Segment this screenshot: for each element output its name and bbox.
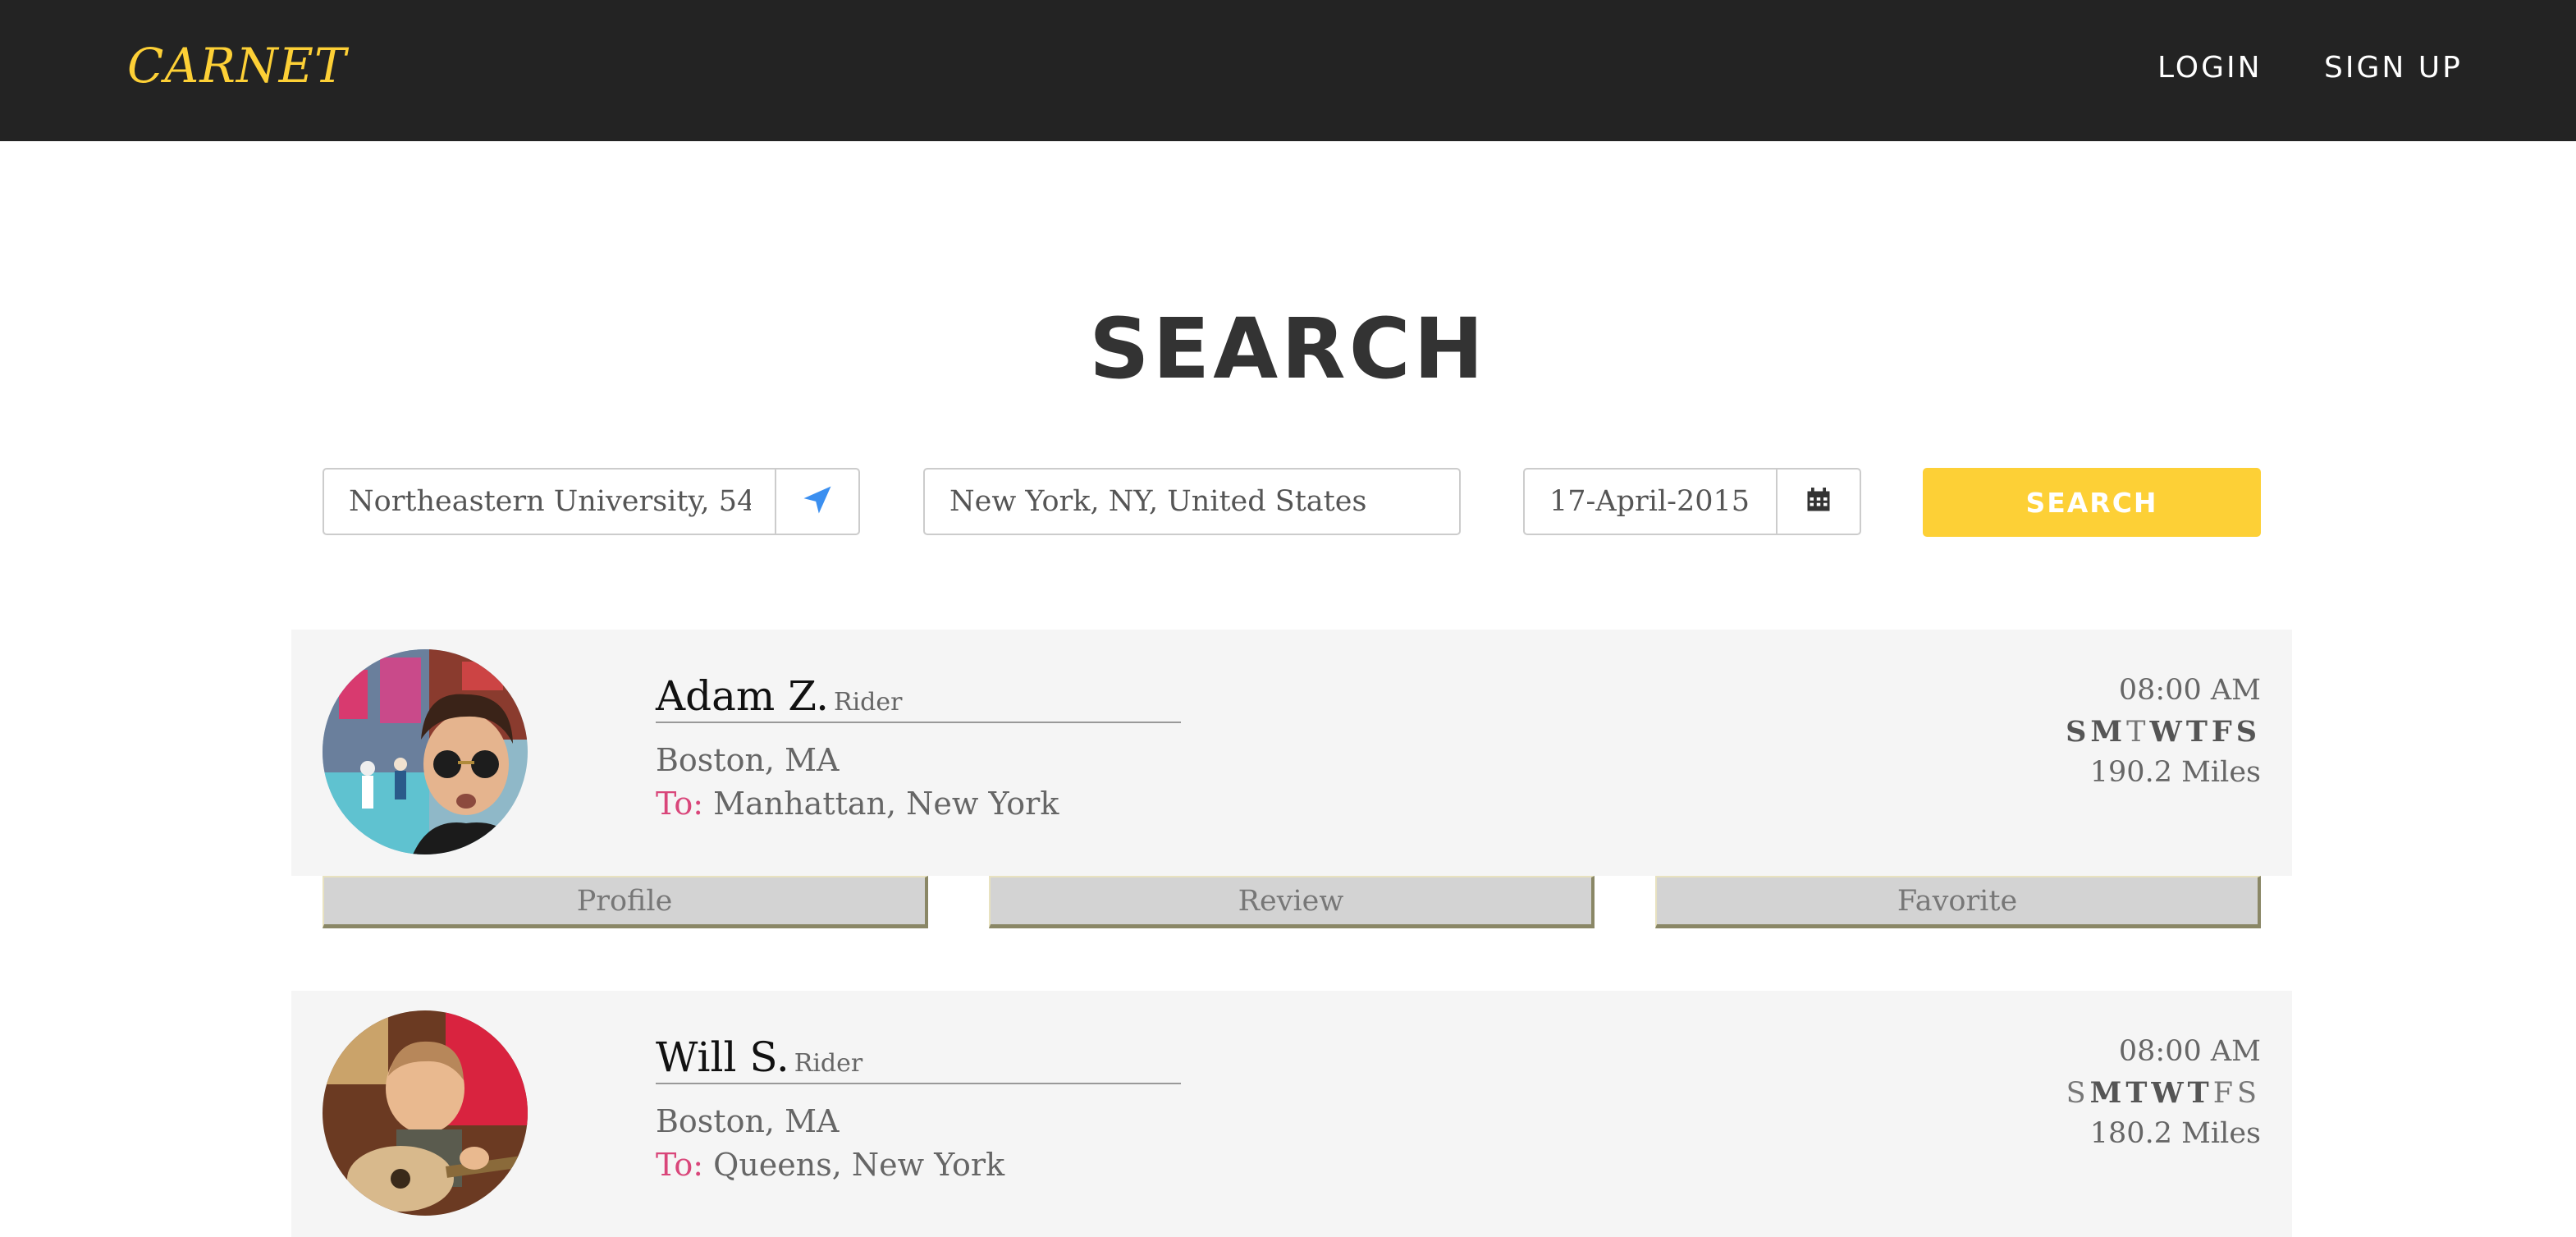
calendar-icon [1804, 485, 1833, 518]
day-sunday: S [2066, 1077, 2090, 1110]
search-button[interactable]: SEARCH [1923, 468, 2261, 537]
rider-role: Rider [834, 688, 903, 717]
to-label: To: [656, 1147, 704, 1183]
ride-result-card: Will S. Rider Boston, MA To: Queens, New … [291, 991, 2292, 1237]
date-input[interactable] [1525, 470, 1779, 534]
login-link[interactable]: LOGIN [2157, 51, 2263, 85]
origin-field [323, 468, 860, 535]
locate-button[interactable] [775, 470, 858, 534]
review-button[interactable]: Review [989, 876, 1595, 928]
date-field [1523, 468, 1861, 535]
day-wednesday: W [2149, 715, 2186, 749]
origin-text: Boston, MA [656, 742, 840, 778]
destination-text: To: Manhattan, New York [656, 786, 1059, 822]
day-saturday: S [2235, 715, 2261, 749]
destination-text: To: Queens, New York [656, 1147, 1004, 1183]
ride-result-card: Adam Z. Rider Boston, MA To: Manhattan, N… [291, 630, 2292, 876]
to-label: To: [656, 786, 704, 822]
day-wednesday: W [2151, 1076, 2188, 1110]
day-friday: F [2211, 715, 2236, 749]
departure-time: 08:00 AM [2118, 674, 2261, 707]
day-monday: M [2090, 715, 2127, 749]
day-thursday: T [2187, 1076, 2213, 1110]
signup-link[interactable]: SIGN UP [2324, 51, 2463, 85]
schedule-days: SMTWTFS [2066, 1076, 2261, 1110]
profile-button[interactable]: Profile [323, 876, 928, 928]
rider-name-line: Adam Z. Rider [656, 672, 1181, 723]
departure-time: 08:00 AM [2118, 1035, 2261, 1068]
page-title: SEARCH [1089, 300, 1487, 398]
calendar-button[interactable] [1776, 470, 1860, 534]
destination-value: Queens, New York [713, 1147, 1005, 1183]
rider-role: Rider [794, 1049, 863, 1078]
destination-value: Manhattan, New York [713, 786, 1059, 822]
distance-text: 190.2 Miles [2089, 756, 2261, 789]
destination-field [923, 468, 1461, 535]
origin-text: Boston, MA [656, 1103, 840, 1139]
avatar[interactable] [323, 1010, 528, 1216]
location-arrow-icon [799, 482, 835, 521]
rider-name-line: Will S. Rider [656, 1033, 1181, 1084]
day-tuesday: T [2126, 716, 2150, 749]
favorite-button[interactable]: Favorite [1655, 876, 2261, 928]
day-thursday: T [2185, 715, 2212, 749]
origin-input[interactable] [324, 470, 776, 534]
day-friday: F [2212, 1077, 2238, 1110]
day-tuesday: T [2125, 1076, 2152, 1110]
schedule-days: SMTWTFS [2066, 715, 2261, 749]
distance-text: 180.2 Miles [2089, 1117, 2261, 1150]
day-sunday: S [2066, 715, 2091, 749]
day-saturday: S [2237, 1077, 2261, 1110]
day-monday: M [2089, 1076, 2126, 1110]
brand-logo[interactable]: CARNET [127, 38, 347, 94]
rider-name[interactable]: Adam Z. [656, 672, 829, 720]
avatar[interactable] [323, 649, 528, 854]
top-navbar: CARNET LOGIN SIGN UP [0, 0, 2576, 141]
rider-name[interactable]: Will S. [656, 1033, 789, 1081]
destination-input[interactable] [925, 470, 1459, 534]
